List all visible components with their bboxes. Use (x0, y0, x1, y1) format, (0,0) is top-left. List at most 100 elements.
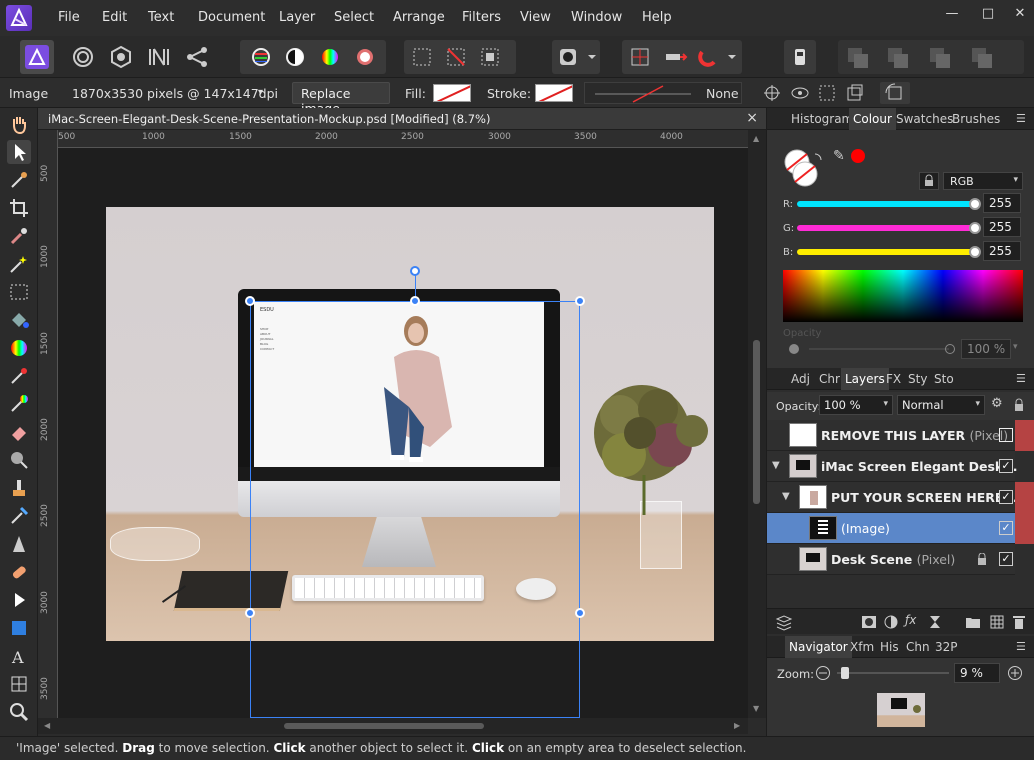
layers-stack-icon[interactable] (775, 613, 793, 631)
resize-handle-left[interactable] (245, 608, 255, 618)
quick-mask-group[interactable] (552, 40, 600, 74)
flood-fill-tool-icon[interactable] (7, 308, 31, 332)
clone-brush-tool-icon[interactable] (7, 476, 31, 500)
tab-32bit-preview[interactable]: 32P (935, 640, 958, 654)
lock-layer-icon[interactable] (1013, 398, 1025, 412)
horizontal-scroll-thumb[interactable] (284, 723, 484, 729)
menu-select[interactable]: Select (334, 10, 374, 25)
zoom-in-icon[interactable] (1007, 665, 1023, 681)
scroll-up-icon[interactable]: ▲ (753, 134, 759, 143)
layer-visibility-checkbox[interactable]: ✓ (999, 521, 1013, 535)
zoom-slider[interactable] (837, 672, 949, 674)
document-tab[interactable]: iMac-Screen-Elegant-Desk-Scene-Presentat… (38, 108, 766, 130)
green-slider-knob[interactable] (969, 222, 981, 234)
scroll-right-icon[interactable]: ▶ (734, 721, 740, 730)
group-folder-icon[interactable] (965, 614, 981, 630)
adjustment-layer-icon[interactable] (883, 614, 899, 630)
photo-persona-icon[interactable] (20, 40, 54, 74)
zoom-tool-icon[interactable] (7, 700, 31, 724)
mask-layer-icon[interactable] (861, 614, 877, 630)
opacity-dropdown-icon[interactable]: ▾ (1013, 342, 1018, 352)
resize-handle-top[interactable] (410, 296, 420, 306)
replace-image-button[interactable]: Replace image (292, 82, 390, 116)
zoom-out-icon[interactable] (815, 665, 831, 681)
dimensions-dropdown-icon[interactable]: ▾ (258, 87, 263, 98)
scroll-left-icon[interactable]: ◀ (44, 721, 50, 730)
assistant-icon[interactable] (784, 40, 816, 74)
menu-document[interactable]: Document (198, 10, 265, 25)
close-document-icon[interactable]: × (746, 110, 758, 126)
zoom-value[interactable]: 9 % (954, 663, 1000, 683)
fx-layer-icon[interactable]: ƒx (905, 613, 916, 627)
image-dimensions[interactable]: 1870x3530 pixels @ 147x147dpi (72, 86, 278, 101)
selection-bounding-box[interactable] (250, 301, 580, 718)
dodge-brush-tool-icon[interactable] (7, 448, 31, 472)
layer-opacity-field[interactable]: 100 % ▾ (819, 395, 893, 415)
minimize-icon[interactable]: — (940, 6, 964, 26)
healing-brush-tool-icon[interactable] (7, 504, 31, 528)
layer-row-selected[interactable]: (Image) ✓ (767, 513, 1034, 544)
colour-spectrum[interactable] (783, 270, 1023, 322)
tab-channels[interactable]: Chn (906, 640, 930, 654)
tab-stock[interactable]: Sto (934, 372, 954, 386)
layer-lock-icon[interactable] (977, 553, 987, 566)
gradient-tool-icon[interactable] (7, 336, 31, 360)
red-slider[interactable] (797, 201, 975, 207)
flood-select-tool-icon[interactable] (7, 252, 31, 276)
layer-row[interactable]: Desk Scene (Pixel) ✓ (767, 544, 1015, 575)
tab-character[interactable]: Chr (819, 372, 840, 386)
menu-arrange[interactable]: Arrange (393, 10, 445, 25)
marquee-tool-icon[interactable] (7, 280, 31, 304)
tone-mapping-persona-icon[interactable] (142, 40, 176, 74)
menu-help[interactable]: Help (642, 10, 672, 25)
zoom-slider-knob[interactable] (841, 667, 849, 679)
tab-colour[interactable]: Colour (849, 108, 896, 130)
green-slider[interactable] (797, 225, 975, 231)
red-value[interactable]: 255 (983, 193, 1021, 213)
stroke-style-selector[interactable]: None (584, 82, 742, 104)
green-value[interactable]: 255 (983, 217, 1021, 237)
tab-navigator[interactable]: Navigator (785, 636, 852, 658)
blue-value[interactable]: 255 (983, 241, 1021, 261)
lock-icon[interactable] (919, 172, 939, 190)
opacity-knob-left[interactable] (789, 344, 799, 354)
trash-icon[interactable] (1011, 614, 1027, 630)
liquify-persona-icon[interactable] (66, 40, 100, 74)
menu-window[interactable]: Window (571, 10, 622, 25)
menu-file[interactable]: File (58, 10, 80, 25)
eyedropper-icon[interactable]: ✎ (833, 148, 845, 164)
document-canvas[interactable]: ESDU SHOP ABOUT JOURNAL BLOG CONTACT (58, 148, 748, 718)
sharpen-tool-icon[interactable] (7, 532, 31, 556)
paint-brush-tool-icon[interactable] (7, 364, 31, 388)
tab-histogram[interactable]: Histogram (791, 112, 853, 126)
color-replacement-tool-icon[interactable] (7, 392, 31, 416)
tab-adjustments[interactable]: Adj (791, 372, 810, 386)
vertical-scrollbar[interactable]: ▲ ▼ (748, 130, 766, 718)
opacity-knob[interactable] (945, 344, 955, 354)
fill-stroke-selector-icon[interactable] (783, 148, 825, 188)
menu-edit[interactable]: Edit (102, 10, 127, 25)
panel-menu-icon[interactable]: ☰ (1016, 112, 1026, 125)
tab-fx[interactable]: FX (886, 372, 901, 386)
layer-visibility-checkbox[interactable]: ✓ (999, 552, 1013, 566)
blue-slider[interactable] (797, 249, 975, 255)
menu-filters[interactable]: Filters (462, 10, 501, 25)
blend-mode-select[interactable]: Normal ▾ (897, 395, 985, 415)
layer-row[interactable]: ▼ PUT YOUR SCREEN HERE... ✓ (767, 482, 1034, 513)
selection-brush-tool-icon[interactable] (7, 224, 31, 248)
vertical-scroll-thumb[interactable] (753, 340, 760, 504)
export-persona-icon[interactable] (180, 40, 214, 74)
rotation-handle[interactable] (410, 266, 420, 276)
colour-opacity-value[interactable]: 100 % (961, 339, 1011, 359)
text-tool-icon[interactable]: A (7, 644, 31, 668)
close-window-icon[interactable]: ✕ (1008, 6, 1032, 26)
layer-row[interactable]: REMOVE THIS LAYER (Pixel) (767, 420, 1034, 451)
gear-icon[interactable]: ⚙ (991, 396, 1003, 411)
develop-persona-icon[interactable] (104, 40, 138, 74)
tab-history[interactable]: His (880, 640, 899, 654)
menu-layer[interactable]: Layer (279, 10, 315, 25)
menu-text[interactable]: Text (148, 10, 174, 25)
mesh-warp-tool-icon[interactable] (7, 672, 31, 696)
resize-handle-right[interactable] (575, 608, 585, 618)
patch-tool-icon[interactable] (7, 560, 31, 584)
